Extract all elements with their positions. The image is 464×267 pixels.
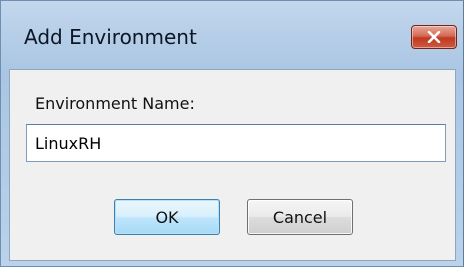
dialog-body: Environment Name: OK Cancel [9, 69, 456, 261]
dialog-title: Add Environment [24, 25, 197, 49]
environment-name-label: Environment Name: [35, 94, 195, 113]
ok-button[interactable]: OK [114, 199, 220, 235]
cancel-button[interactable]: Cancel [247, 199, 353, 235]
environment-name-input[interactable] [26, 124, 446, 162]
close-icon [427, 31, 441, 43]
title-bar[interactable]: Add Environment [1, 1, 463, 69]
close-button[interactable] [411, 25, 457, 49]
add-environment-dialog: Add Environment Environment Name: OK Can… [0, 0, 464, 267]
